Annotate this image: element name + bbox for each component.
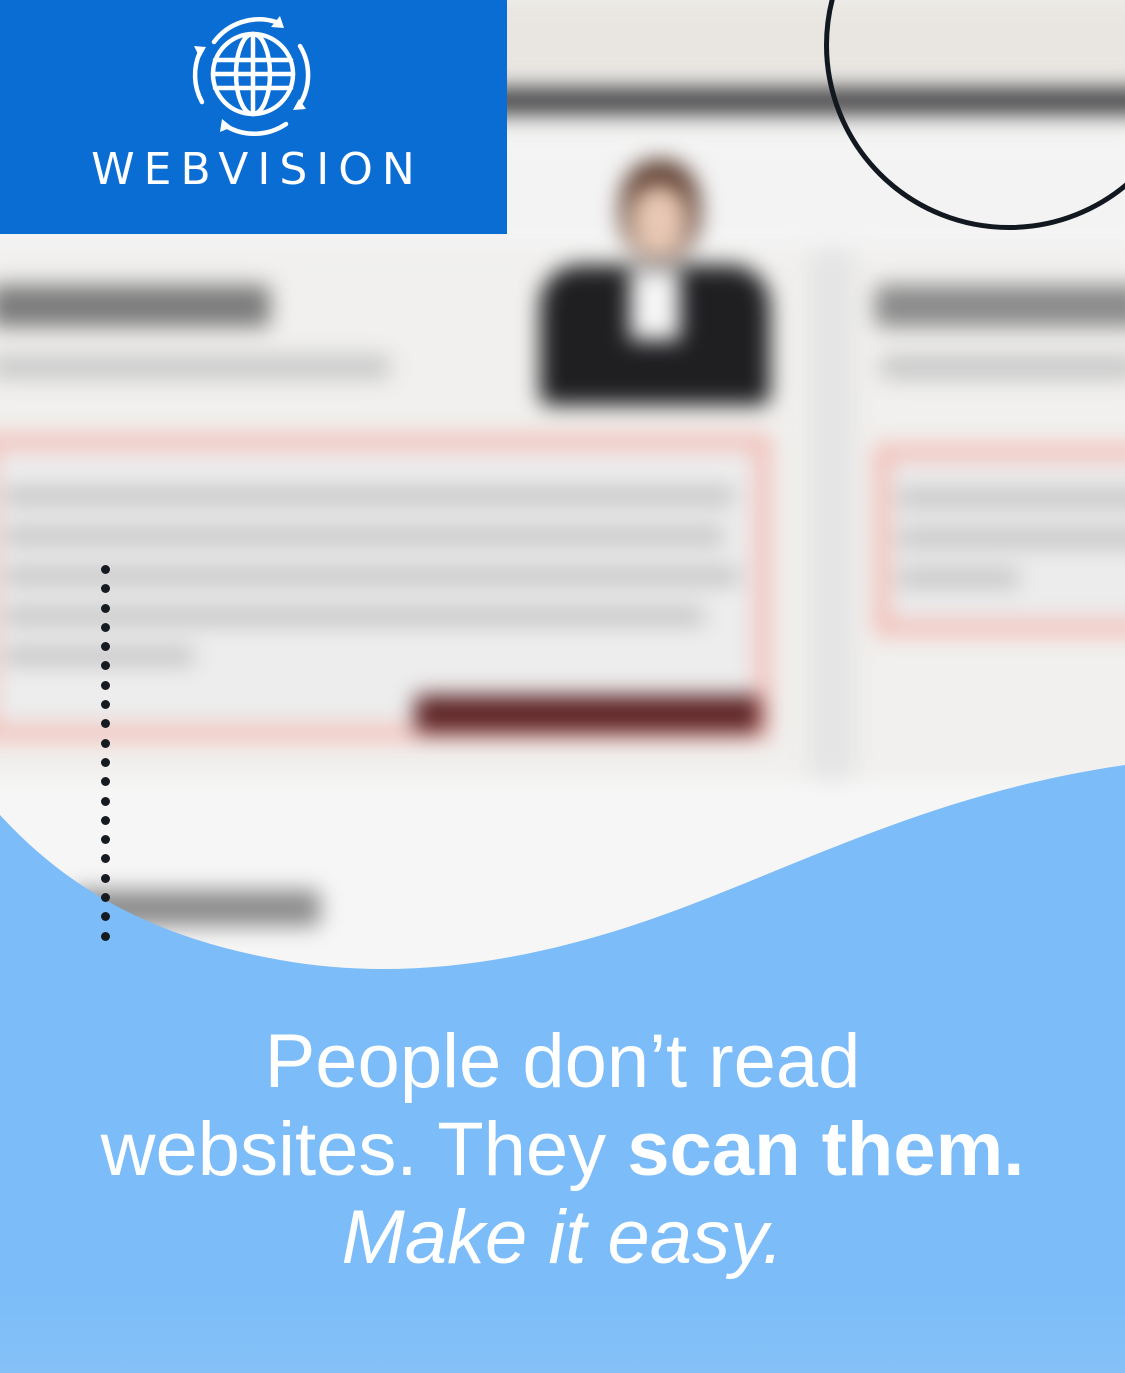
tagline-emphasis: scan them. <box>627 1107 1025 1192</box>
tagline-line-1: People don’t read <box>264 1019 861 1104</box>
poster: WEBVISION People don’t read websites. Th… <box>0 0 1125 1373</box>
brand-logo-block: WEBVISION <box>0 0 507 234</box>
tagline: People don’t read websites. They scan th… <box>40 1018 1085 1282</box>
tagline-line-2: websites. They scan them. <box>40 1106 1085 1194</box>
tagline-line-3: Make it easy. <box>341 1195 784 1280</box>
globe-with-circular-arrows-icon <box>192 16 311 136</box>
vertical-dotted-line <box>99 565 111 965</box>
tagline-line-2-regular: websites. They <box>100 1107 628 1192</box>
brand-name: WEBVISION <box>91 144 424 195</box>
